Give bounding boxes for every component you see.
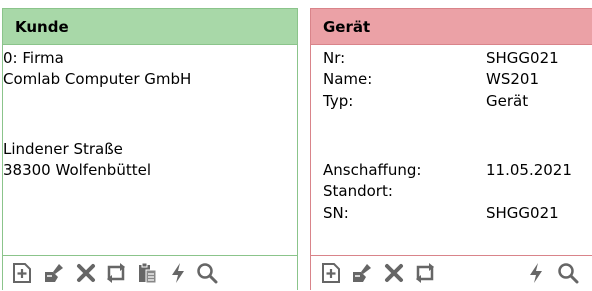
geraet-panel: Gerät Nr: SHGG021 Name: WS201 Typ: Gerät… <box>310 8 592 290</box>
geraet-row-typ: Typ: Gerät <box>323 90 592 112</box>
kunde-toolbar <box>3 255 297 291</box>
edit-icon[interactable] <box>351 262 373 284</box>
kunde-line-street: Lindener Straße <box>3 140 123 158</box>
kunde-panel: Kunde 0: Firma Comlab Computer GmbH Lind… <box>2 8 298 290</box>
new-document-icon[interactable] <box>11 262 33 284</box>
geraet-value-name: WS201 <box>486 70 539 88</box>
exchange-icon[interactable] <box>105 262 127 284</box>
exchange-icon[interactable] <box>414 262 436 284</box>
search-icon[interactable] <box>557 262 579 284</box>
kunde-panel-title: Kunde <box>3 9 297 45</box>
new-document-icon[interactable] <box>320 262 342 284</box>
kunde-line-customer-number: 0: Firma <box>3 49 64 67</box>
delete-icon[interactable] <box>75 262 97 284</box>
geraet-panel-title: Gerät <box>311 9 592 45</box>
edit-icon[interactable] <box>43 262 65 284</box>
geraet-panel-body: Nr: SHGG021 Name: WS201 Typ: Gerät Ansch… <box>311 45 592 256</box>
geraet-value-anschaffung: 11.05.2021 <box>486 161 572 179</box>
geraet-row-name: Name: WS201 <box>323 68 592 90</box>
geraet-row-standort: Standort: <box>323 180 592 202</box>
lightning-icon[interactable] <box>525 262 547 284</box>
geraet-row-sn: SN: SHGG021 <box>323 202 592 224</box>
delete-icon[interactable] <box>383 262 405 284</box>
geraet-row-nr: Nr: SHGG021 <box>323 47 592 69</box>
geraet-value-nr: SHGG021 <box>486 49 559 67</box>
geraet-label-standort: Standort: <box>323 182 393 200</box>
geraet-value-typ: Gerät <box>486 92 529 110</box>
kunde-line-company: Comlab Computer GmbH <box>3 70 192 88</box>
clipboard-icon[interactable] <box>137 262 159 284</box>
geraet-value-sn: SHGG021 <box>486 204 559 222</box>
geraet-label-anschaffung: Anschaffung: <box>323 161 422 179</box>
geraet-row-anschaffung: Anschaffung: 11.05.2021 <box>323 159 592 181</box>
geraet-label-typ: Typ: <box>323 92 354 110</box>
kunde-panel-body: 0: Firma Comlab Computer GmbH Lindener S… <box>3 45 297 256</box>
geraet-label-name: Name: <box>323 70 373 88</box>
search-icon[interactable] <box>196 262 218 284</box>
kunde-line-city: 38300 Wolfenbüttel <box>3 161 151 179</box>
geraet-label-nr: Nr: <box>323 49 346 67</box>
geraet-label-sn: SN: <box>323 204 349 222</box>
lightning-icon[interactable] <box>167 262 189 284</box>
geraet-toolbar <box>311 255 592 291</box>
